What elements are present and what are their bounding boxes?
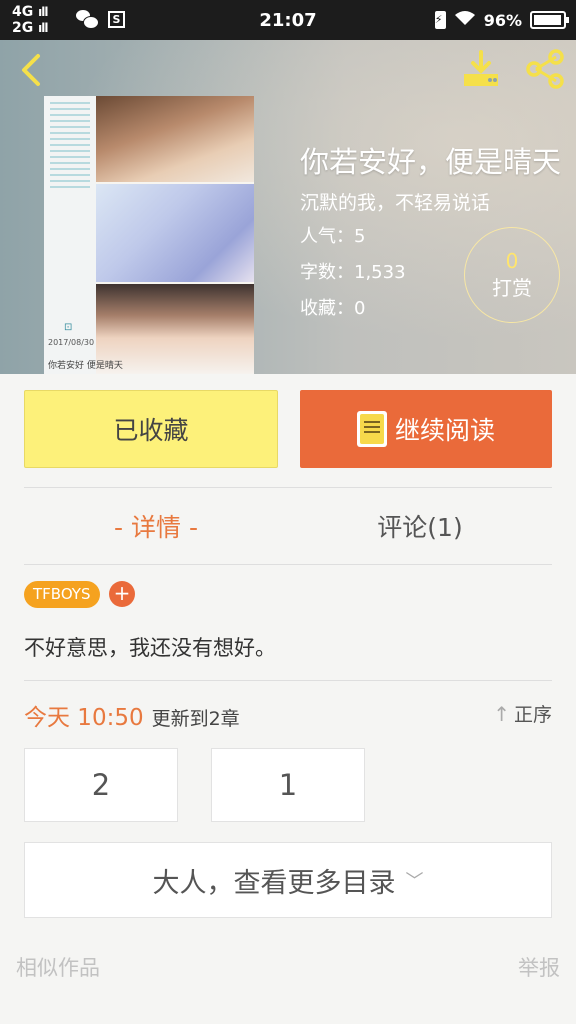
tag-chip[interactable]: TFBOYS <box>24 581 100 608</box>
cover-date: 2017/08/30 <box>48 338 95 347</box>
cover-photo-top <box>96 96 254 182</box>
chapter-item[interactable]: 1 <box>211 748 365 822</box>
collected-button[interactable]: 已收藏 <box>24 390 278 468</box>
battery-percent: 96% <box>483 10 522 30</box>
add-tag-button[interactable]: + <box>109 581 135 607</box>
share-icon <box>526 49 564 89</box>
report-button[interactable]: 举报 <box>518 952 560 982</box>
continue-reading-label: 继续阅读 <box>394 416 495 445</box>
chapter-item[interactable]: 2 <box>24 748 178 822</box>
reward-label: 打赏 <box>492 276 532 300</box>
cover-caption: 你若安好 便是晴天 <box>48 361 123 371</box>
tab-detail[interactable]: - 详情 - <box>24 488 288 564</box>
status-bar: 4G ıll 2G ıll S 21:07 96% <box>0 0 576 40</box>
back-button[interactable] <box>14 50 50 90</box>
update-info: 今天 10:50 更新到2章 <box>24 698 240 732</box>
chevron-down-icon: ﹀ <box>405 871 424 892</box>
continue-reading-button[interactable]: 继续阅读 <box>300 390 552 468</box>
wifi-icon <box>454 10 476 30</box>
sort-order-button[interactable]: ↑ 正序 <box>493 700 552 727</box>
book-icon <box>356 411 387 447</box>
similar-works-label: 相似作品 <box>16 956 100 980</box>
cover-photo-middle <box>96 184 254 282</box>
book-header: ⊡ 2017/08/30 你若安好 便是晴天 你若安好，便是晴天 沉默的我，不轻… <box>0 40 576 374</box>
download-icon <box>464 50 498 86</box>
book-description: 不好意思，我还没有想好。 <box>24 636 276 660</box>
arrow-up-icon: ↑ <box>493 701 510 726</box>
more-catalog-label: 大人，查看更多目录 <box>152 867 396 899</box>
update-time: 今天 10:50 <box>24 705 144 731</box>
book-title: 你若安好，便是晴天 <box>300 145 562 179</box>
reward-count: 0 <box>505 249 519 273</box>
charging-icon <box>434 11 446 29</box>
chevron-left-icon <box>22 54 40 86</box>
cover-logo-icon: ⊡ <box>64 322 73 333</box>
download-button[interactable] <box>460 48 502 90</box>
divider <box>24 680 552 681</box>
collected-label: 已收藏 <box>113 416 189 445</box>
more-catalog-button[interactable]: 大人，查看更多目录 ﹀ <box>24 842 552 918</box>
sort-order-label: 正序 <box>513 704 552 726</box>
update-text: 更新到2章 <box>151 708 240 730</box>
battery-icon <box>530 11 569 29</box>
reward-button[interactable]: 0 打赏 <box>464 227 560 323</box>
book-cover[interactable]: ⊡ 2017/08/30 你若安好 便是晴天 <box>44 96 254 374</box>
divider <box>24 564 552 565</box>
share-button[interactable] <box>524 48 566 90</box>
book-author[interactable]: 沉默的我，不轻易说话 <box>300 188 562 218</box>
tab-comments[interactable]: 评论(1) <box>288 488 552 564</box>
